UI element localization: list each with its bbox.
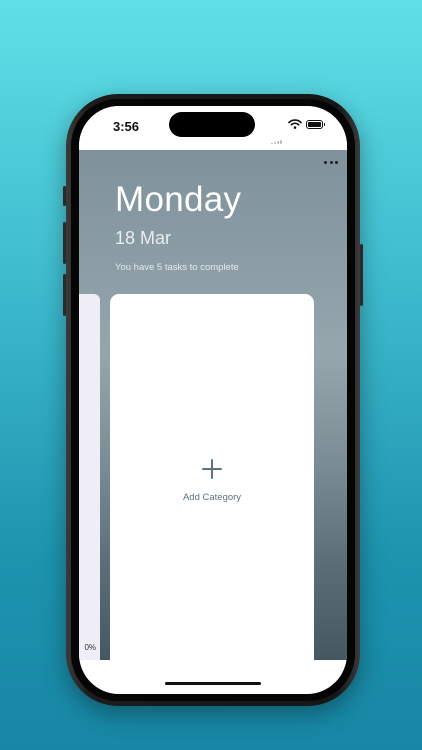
add-category-card[interactable]: Add Category bbox=[110, 294, 314, 660]
plus-icon bbox=[202, 459, 222, 479]
dynamic-island bbox=[169, 112, 255, 137]
phone-screen: 3:56 Monday 18 Mar You have 5 tasks to c… bbox=[79, 106, 347, 694]
progress-percent: 0% bbox=[84, 643, 96, 652]
wifi-icon bbox=[288, 119, 302, 129]
battery-icon bbox=[306, 120, 325, 129]
app-content: Monday 18 Mar You have 5 tasks to comple… bbox=[79, 150, 347, 660]
ellipsis-icon[interactable] bbox=[323, 154, 339, 170]
silent-switch bbox=[63, 186, 66, 206]
volume-down-button bbox=[63, 274, 66, 316]
volume-up-button bbox=[63, 222, 66, 264]
day-title: Monday bbox=[115, 180, 242, 219]
home-indicator[interactable] bbox=[165, 682, 261, 685]
cellular-signal-icon bbox=[271, 126, 285, 144]
status-bar: 3:56 bbox=[79, 106, 347, 150]
power-button bbox=[360, 244, 363, 306]
date-label: 18 Mar bbox=[115, 228, 172, 248]
category-card-previous[interactable]: 0% bbox=[79, 294, 100, 660]
tasks-summary: You have 5 tasks to complete bbox=[115, 262, 239, 273]
status-time: 3:56 bbox=[113, 119, 140, 134]
add-category-label: Add Category bbox=[182, 492, 242, 503]
